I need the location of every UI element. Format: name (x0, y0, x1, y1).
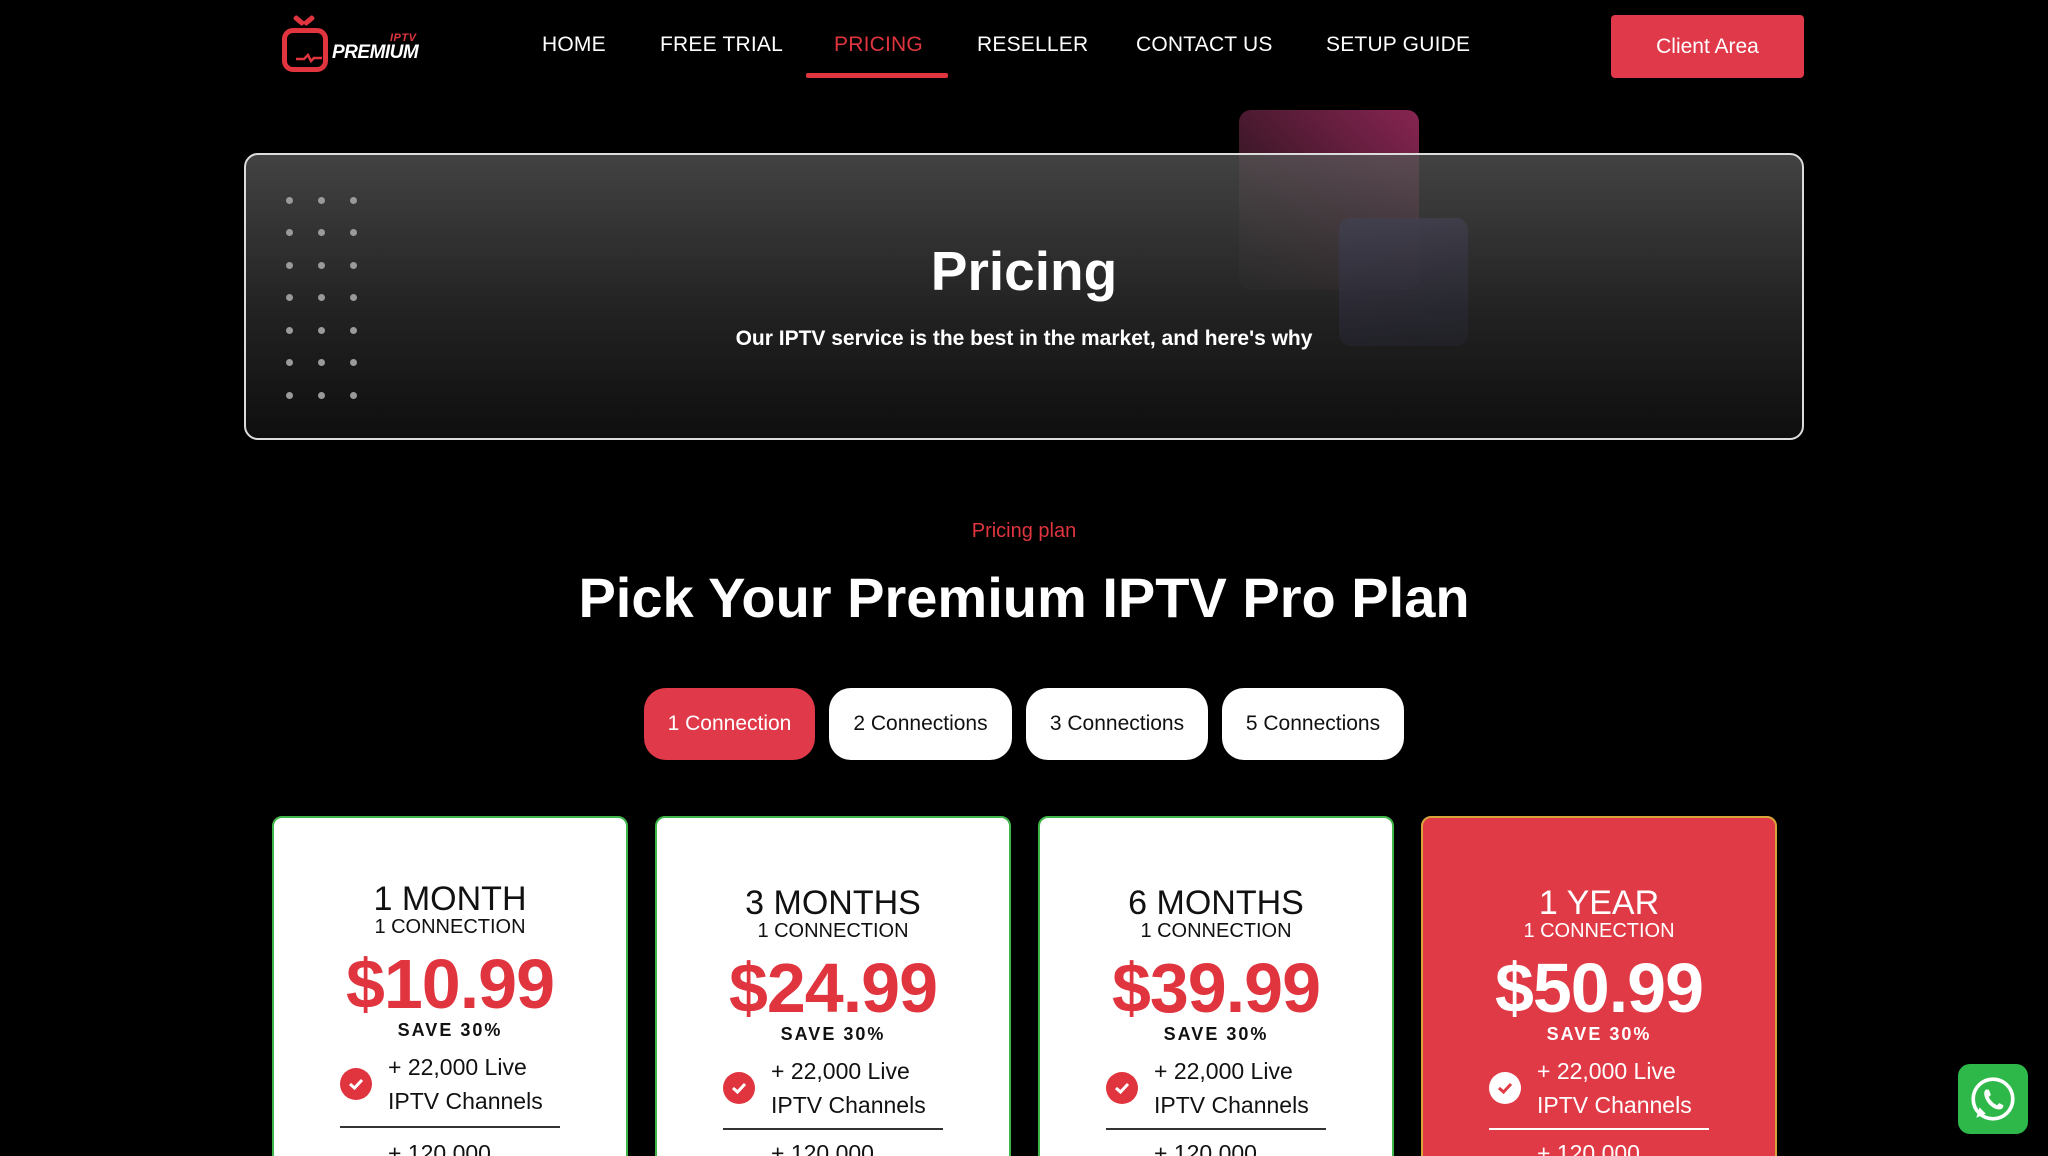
plan-card-6-months[interactable]: 6 MONTHS 1 CONNECTION $39.99 SAVE 30% + … (1038, 816, 1394, 1156)
plan-name: 1 MONTH (373, 880, 527, 918)
plan-feature-text: + 22,000 Live IPTV Channels (1537, 1058, 1692, 1118)
client-area-button[interactable]: Client Area (1611, 15, 1804, 78)
plan-feature-text: + 22,000 Live IPTV Channels (388, 1054, 543, 1114)
plan-feature-2: + 120,000 (771, 1140, 874, 1156)
plan-save: SAVE 30% (397, 1020, 503, 1040)
check-circle-icon (723, 1072, 755, 1104)
nav-free-trial[interactable]: FREE TRIAL (660, 33, 783, 57)
feature-divider (723, 1128, 943, 1130)
plan-price: $24.99 (728, 949, 938, 1027)
check-circle-icon (1106, 1072, 1138, 1104)
tab-2-connections[interactable]: 2 Connections (829, 688, 1012, 760)
feature-divider (1489, 1128, 1709, 1130)
logo-premium-text: PREMIUM (332, 42, 419, 63)
pulse-line-icon (296, 53, 322, 63)
check-circle-icon (1489, 1072, 1521, 1104)
top-navigation: IPTV PREMIUM HOME FREE TRIAL PRICING RES… (0, 0, 2048, 92)
active-nav-indicator (806, 73, 948, 78)
plan-card-1-month[interactable]: 1 MONTH 1 CONNECTION $10.99 SAVE 30% + 2… (272, 816, 628, 1156)
plan-feature-text: + 22,000 Live IPTV Channels (1154, 1058, 1309, 1118)
plan-connection: 1 CONNECTION (757, 920, 909, 942)
plan-name: 1 YEAR (1538, 884, 1660, 922)
plan-card-3-months[interactable]: 3 MONTHS 1 CONNECTION $24.99 SAVE 30% + … (655, 816, 1011, 1156)
nav-home[interactable]: HOME (542, 33, 606, 57)
plan-name: 6 MONTHS (1128, 884, 1304, 922)
nav-contact-us[interactable]: CONTACT US (1136, 33, 1273, 57)
page-subtitle: Our IPTV service is the best in the mark… (735, 327, 1313, 350)
plan-feature: + 22,000 Live IPTV Channels (1106, 1050, 1332, 1120)
tab-5-connections[interactable]: 5 Connections (1222, 688, 1404, 760)
plan-connection: 1 CONNECTION (1140, 920, 1292, 942)
plan-feature-2: + 120,000 (1537, 1140, 1640, 1156)
nav-reseller[interactable]: RESELLER (977, 33, 1088, 57)
plan-name: 3 MONTHS (745, 884, 921, 922)
nav-setup-guide[interactable]: SETUP GUIDE (1326, 33, 1470, 57)
plan-price: $50.99 (1494, 949, 1704, 1027)
plan-feature: + 22,000 Live IPTV Channels (340, 1046, 566, 1116)
plan-feature-2: + 120,000 (388, 1140, 491, 1156)
check-circle-icon (340, 1068, 372, 1100)
plan-feature: + 22,000 Live IPTV Channels (723, 1050, 949, 1120)
plan-connection: 1 CONNECTION (374, 916, 526, 938)
plan-save: SAVE 30% (780, 1024, 886, 1044)
site-logo[interactable]: IPTV PREMIUM (280, 18, 422, 76)
tv-logo-icon (282, 28, 328, 72)
plan-price: $39.99 (1111, 949, 1321, 1027)
tab-1-connection[interactable]: 1 Connection (644, 688, 815, 760)
tab-3-connections[interactable]: 3 Connections (1026, 688, 1208, 760)
plan-feature-text: + 22,000 Live IPTV Channels (771, 1058, 926, 1118)
page-title: Pricing (930, 240, 1118, 302)
nav-pricing[interactable]: PRICING (834, 33, 923, 57)
plan-feature-2: + 120,000 (1154, 1140, 1257, 1156)
plan-card-1-year[interactable]: 1 YEAR 1 CONNECTION $50.99 SAVE 30% + 22… (1421, 816, 1777, 1156)
feature-divider (1106, 1128, 1326, 1130)
feature-divider (340, 1126, 560, 1128)
plan-connection: 1 CONNECTION (1523, 920, 1675, 942)
whatsapp-icon[interactable] (1958, 1064, 2028, 1134)
plan-save: SAVE 30% (1163, 1024, 1269, 1044)
hero-banner: Pricing Our IPTV service is the best in … (244, 153, 1804, 440)
section-eyebrow: Pricing plan (971, 520, 1077, 542)
plan-feature: + 22,000 Live IPTV Channels (1489, 1050, 1715, 1120)
plan-save: SAVE 30% (1546, 1024, 1652, 1044)
plan-price: $10.99 (345, 945, 555, 1023)
section-title: Pick Your Premium IPTV Pro Plan (578, 566, 1470, 629)
